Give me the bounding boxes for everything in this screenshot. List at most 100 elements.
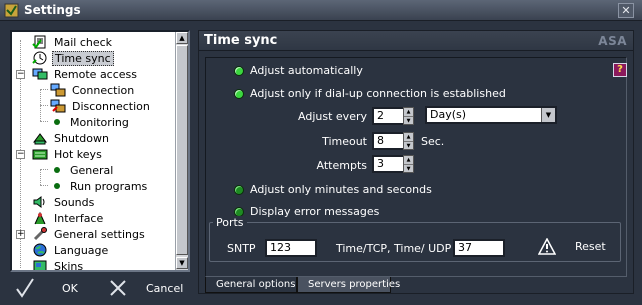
tree-item-disconnection[interactable]: Disconnection — [50, 98, 152, 114]
radio-indicator — [234, 206, 244, 217]
timeout-value[interactable]: 8 — [372, 132, 403, 150]
close-button[interactable]: ✕ — [618, 3, 634, 18]
help-button[interactable]: ? — [613, 63, 627, 77]
radio-indicator — [234, 65, 244, 76]
time-sync-panel: Time sync ASA ? Adjust automatically Adj… — [198, 30, 634, 294]
tab-servers-properties[interactable]: Servers properties — [297, 277, 400, 293]
tree-item-hot-keys[interactable]: Hot keys — [32, 146, 104, 162]
scroll-thumb[interactable] — [176, 45, 188, 255]
window-title: Settings — [24, 3, 81, 17]
tree-item-label: Language — [54, 243, 109, 257]
ok-label: OK — [62, 282, 78, 295]
title-bar: Settings ✕ — [0, 0, 642, 21]
tree-list: Mail check Time sync − Remote access Con… — [12, 32, 176, 270]
option-label: Adjust automatically — [250, 64, 363, 77]
reset-button[interactable]: Reset — [575, 240, 606, 253]
network-icon — [32, 68, 48, 80]
dot-icon — [54, 167, 60, 173]
tree-item-skins[interactable]: Skins — [32, 258, 85, 270]
ok-button[interactable] — [14, 278, 94, 298]
option-label: Display error messages — [250, 205, 380, 218]
tab-general-options[interactable]: General options — [205, 277, 297, 293]
spinner-arrows[interactable]: ▲ ▼ — [403, 155, 414, 173]
attempts-spinner[interactable]: 3 ▲ ▼ — [372, 155, 414, 173]
timeout-unit-label: Sec. — [421, 135, 445, 148]
tree-item-label: Sounds — [54, 195, 95, 209]
tree-item-label: Mail check — [54, 35, 113, 49]
collapse-toggle[interactable]: − — [16, 150, 25, 159]
adjust-every-spinner[interactable]: 2 ▲ ▼ — [372, 107, 414, 125]
tree-item-general-settings[interactable]: General settings — [32, 226, 147, 242]
globe-icon — [33, 243, 47, 257]
tree-item-label: Shutdown — [54, 131, 109, 145]
timeout-spinner[interactable]: 8 ▲ ▼ — [372, 132, 414, 150]
connect-icon — [50, 83, 66, 97]
tree-item-label: Skins — [54, 259, 84, 271]
panel-header: Time sync ASA — [199, 31, 633, 51]
chevron-down-icon[interactable]: ▼ — [541, 108, 555, 122]
keyboard-icon — [32, 149, 48, 160]
speaker-icon — [33, 196, 45, 208]
tree-item-general[interactable]: General — [50, 162, 115, 178]
shutdown-icon — [33, 133, 47, 145]
cross-icon — [110, 280, 126, 296]
tree-item-label: Remote access — [54, 67, 138, 81]
sntp-port-input[interactable]: 123 — [265, 239, 317, 257]
radio-indicator — [234, 184, 244, 195]
dot-icon — [54, 183, 60, 189]
collapse-toggle[interactable]: − — [16, 70, 25, 79]
adjust-every-value[interactable]: 2 — [372, 107, 403, 125]
tree-item-label: Monitoring — [70, 115, 129, 129]
tree-item-mail-check[interactable]: Mail check — [32, 34, 114, 50]
adjust-every-label: Adjust every — [298, 110, 367, 123]
display-errors-option[interactable]: Display error messages — [234, 205, 379, 218]
tools-icon — [33, 227, 47, 241]
attempts-value[interactable]: 3 — [372, 155, 403, 173]
settings-app-icon — [4, 3, 19, 18]
option-label: Adjust only minutes and seconds — [250, 183, 432, 196]
settings-tree: Mail check Time sync − Remote access Con… — [10, 30, 190, 272]
radio-indicator — [234, 88, 244, 99]
tree-item-sounds[interactable]: Sounds — [32, 194, 96, 210]
scroll-up-button[interactable]: ▲ — [176, 32, 188, 44]
tree-item-label: General — [70, 163, 114, 177]
attempts-label: Attempts — [316, 159, 367, 172]
cancel-label: Cancel — [146, 282, 184, 295]
tree-item-label: Connection — [72, 83, 135, 97]
panel-title: Time sync — [204, 33, 278, 48]
tree-item-label: General settings — [54, 227, 145, 241]
tree-item-monitoring[interactable]: Monitoring — [50, 114, 131, 130]
adjust-minutes-option[interactable]: Adjust only minutes and seconds — [234, 183, 432, 196]
adjust-dialup-option[interactable]: Adjust only if dial-up connection is est… — [234, 87, 506, 100]
checkmark-icon — [16, 278, 34, 298]
option-label: Adjust only if dial-up connection is est… — [250, 87, 506, 100]
interval-unit-dropdown[interactable]: Day(s) ▼ — [425, 106, 557, 124]
tree-scrollbar[interactable]: ▲ ▼ — [175, 32, 188, 270]
spinner-arrows[interactable]: ▲ ▼ — [403, 107, 414, 125]
mail-check-icon — [32, 35, 46, 49]
brand-label: ASA — [598, 34, 627, 48]
tree-item-label: Hot keys — [54, 147, 102, 161]
tree-item-run-programs[interactable]: Run programs — [50, 178, 149, 194]
tree-item-label: Disconnection — [72, 99, 150, 113]
tree-item-label: Run programs — [70, 179, 148, 193]
tree-item-label: Time sync — [52, 50, 114, 66]
tree-item-time-sync[interactable]: Time sync — [32, 50, 114, 66]
interface-icon — [34, 211, 46, 225]
disconnect-icon — [50, 99, 66, 113]
timeout-label: Timeout — [322, 135, 367, 148]
spinner-arrows[interactable]: ▲ ▼ — [403, 132, 414, 150]
time-port-input[interactable]: 37 — [453, 239, 505, 257]
tree-item-label: Interface — [54, 211, 104, 225]
sntp-label: SNTP — [227, 242, 256, 255]
expand-toggle[interactable]: + — [16, 230, 25, 239]
tree-item-language[interactable]: Language — [32, 242, 110, 258]
tree-item-connection[interactable]: Connection — [50, 82, 136, 98]
interval-unit-value: Day(s) — [430, 108, 467, 121]
adjust-automatically-option[interactable]: Adjust automatically — [234, 64, 363, 77]
warning-icon[interactable] — [538, 238, 556, 255]
tree-item-remote-access[interactable]: Remote access — [32, 66, 139, 82]
tree-item-interface[interactable]: Interface — [32, 210, 105, 226]
tree-item-shutdown[interactable]: Shutdown — [32, 130, 111, 146]
scroll-down-button[interactable]: ▼ — [176, 257, 188, 269]
